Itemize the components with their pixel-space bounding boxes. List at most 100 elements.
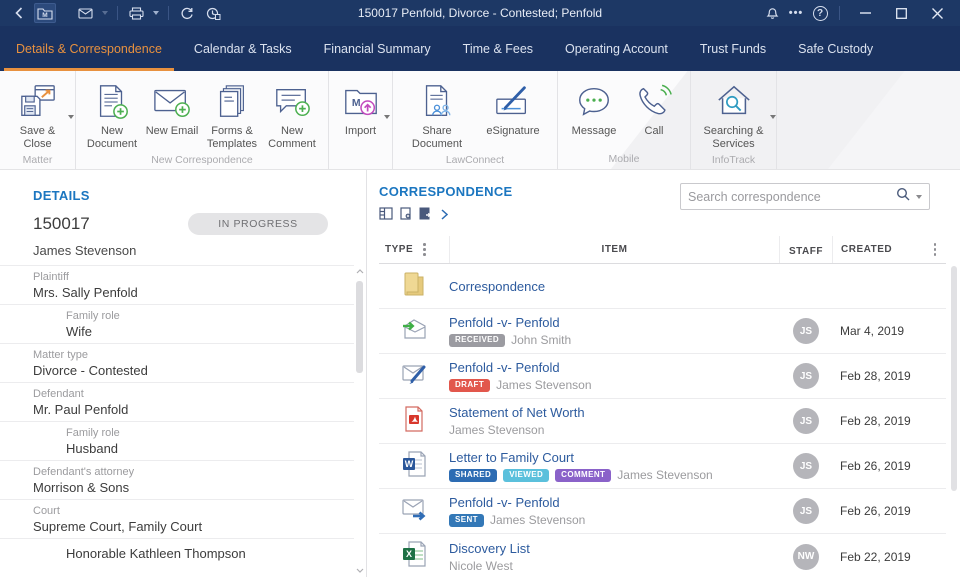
field-family-role[interactable]: Family role Wife (0, 304, 354, 343)
field-defendants-attorney[interactable]: Defendant's attorney Morrison & Sons (0, 460, 354, 499)
searching-services-caret[interactable] (770, 115, 776, 119)
field-court[interactable]: Court Supreme Court, Family Court (0, 499, 354, 538)
divider (168, 6, 169, 20)
forms-templates-label: Forms & Templates (202, 125, 262, 151)
searching-services-icon (714, 77, 754, 121)
created-date: Feb 22, 2019 (832, 534, 924, 577)
print-dropdown-caret[interactable] (153, 11, 159, 15)
field-matter-type[interactable]: Matter type Divorce - Contested (0, 343, 354, 382)
group-caption-mobile: Mobile (609, 150, 640, 169)
email-icon[interactable] (74, 3, 96, 23)
shared-badge: SHARED (449, 469, 497, 482)
type-column-menu-icon[interactable] (421, 241, 428, 258)
column-staff[interactable]: STAFF (789, 246, 823, 257)
print-icon[interactable] (125, 3, 147, 23)
table-row[interactable]: W Letter to Family Court SHARED VIEWED C… (379, 444, 946, 489)
field-family-role[interactable]: Family role Husband (0, 421, 354, 460)
scroll-up-icon[interactable] (355, 267, 364, 276)
new-item-icon[interactable] (400, 207, 412, 225)
notifications-bell-icon[interactable] (761, 3, 783, 23)
search-input[interactable] (688, 190, 896, 204)
avatar[interactable]: NW (793, 544, 819, 570)
group-caption-new-correspondence: New Correspondence (151, 151, 253, 170)
minimize-button[interactable] (848, 0, 882, 26)
esignature-label: eSignature (486, 125, 539, 138)
status-badge[interactable]: IN PROGRESS (188, 213, 328, 235)
table-row[interactable]: Penfold -v- Penfold RECEIVED John Smith … (379, 309, 946, 354)
email-dropdown-caret[interactable] (102, 11, 108, 15)
scroll-thumb[interactable] (356, 281, 363, 373)
correspondence-scrollbar[interactable] (951, 266, 958, 573)
avatar[interactable]: JS (793, 408, 819, 434)
help-icon[interactable]: ? (809, 3, 831, 23)
item-title[interactable]: Penfold -v- Penfold (449, 315, 560, 330)
item-title[interactable]: Correspondence (449, 279, 545, 294)
message-button[interactable]: Message (564, 77, 624, 150)
table-row[interactable]: Penfold -v- Penfold SENT James Stevenson… (379, 489, 946, 534)
tab-time-fees[interactable]: Time & Fees (447, 26, 549, 71)
tab-safe-custody[interactable]: Safe Custody (782, 26, 889, 71)
import-button[interactable]: M Import (338, 77, 384, 162)
forms-templates-button[interactable]: Forms & Templates (202, 77, 262, 151)
share-document-button[interactable]: Share Document (399, 77, 475, 151)
tab-calendar-tasks[interactable]: Calendar & Tasks (178, 26, 308, 71)
created-column-menu-icon[interactable] (932, 241, 939, 258)
correspondence-search[interactable] (680, 183, 930, 210)
esignature-button[interactable]: eSignature (475, 77, 551, 151)
item-title[interactable]: Penfold -v- Penfold (449, 495, 560, 510)
new-comment-icon (272, 77, 312, 121)
history-icon[interactable] (202, 3, 224, 23)
tab-financial-summary[interactable]: Financial Summary (308, 26, 447, 71)
avatar[interactable]: JS (793, 363, 819, 389)
new-email-button[interactable]: New Email (142, 77, 202, 151)
sent-email-icon (400, 497, 428, 526)
import-caret[interactable] (384, 115, 390, 119)
searching-services-button[interactable]: Searching & Services (696, 77, 772, 151)
search-icon[interactable] (896, 187, 910, 206)
table-row[interactable]: X Discovery List Nicole West NW Feb 22, … (379, 534, 946, 577)
maximize-button[interactable] (884, 0, 918, 26)
item-title[interactable]: Statement of Net Worth (449, 405, 585, 420)
import-label: Import (345, 125, 376, 138)
search-options-caret[interactable] (916, 195, 922, 199)
new-document-button[interactable]: New Document (82, 77, 142, 151)
field-plaintiff[interactable]: Plaintiff Mrs. Sally Penfold (0, 265, 354, 304)
expand-chevron-icon[interactable] (441, 207, 448, 225)
tab-details-correspondence[interactable]: Details & Correspondence (0, 26, 178, 71)
item-author: James Stevenson (617, 468, 712, 482)
field-judge[interactable]: Honorable Kathleen Thompson (0, 538, 354, 577)
refresh-icon[interactable] (176, 3, 198, 23)
avatar[interactable]: JS (793, 318, 819, 344)
avatar[interactable]: JS (793, 498, 819, 524)
item-title[interactable]: Penfold -v- Penfold (449, 360, 560, 375)
tab-trust-funds[interactable]: Trust Funds (684, 26, 782, 71)
table-row[interactable]: Correspondence (379, 264, 946, 309)
column-type[interactable]: TYPE (385, 244, 413, 255)
save-close-caret[interactable] (68, 115, 74, 119)
matter-folder-icon[interactable]: M (34, 3, 56, 23)
column-item[interactable]: ITEM (602, 244, 628, 255)
item-title[interactable]: Letter to Family Court (449, 450, 574, 465)
scroll-down-icon[interactable] (355, 566, 364, 575)
close-button[interactable] (920, 0, 954, 26)
call-button[interactable]: Call (624, 77, 684, 150)
more-options-icon[interactable]: ••• (785, 3, 807, 23)
details-scrollbar[interactable] (355, 267, 364, 575)
back-button[interactable] (8, 3, 30, 23)
details-heading: DETAILS (33, 188, 346, 203)
table-row[interactable]: Statement of Net Worth James Stevenson J… (379, 399, 946, 444)
table-row[interactable]: Penfold -v- Penfold DRAFT James Stevenso… (379, 354, 946, 399)
new-comment-button[interactable]: New Comment (262, 77, 322, 151)
save-close-button[interactable]: Save & Close (8, 77, 68, 151)
item-title[interactable]: Discovery List (449, 541, 530, 556)
grid-view-icon[interactable] (379, 207, 393, 225)
field-defendant[interactable]: Defendant Mr. Paul Penfold (0, 382, 354, 421)
correspondence-table: TYPE ITEM STAFF CREATED Correspondence (379, 236, 946, 577)
tab-operating-account[interactable]: Operating Account (549, 26, 684, 71)
export-document-icon[interactable] (419, 207, 432, 225)
column-created[interactable]: CREATED (841, 244, 892, 255)
new-document-icon (93, 77, 131, 121)
created-date: Mar 4, 2019 (832, 309, 924, 353)
scroll-thumb[interactable] (951, 266, 957, 491)
avatar[interactable]: JS (793, 453, 819, 479)
